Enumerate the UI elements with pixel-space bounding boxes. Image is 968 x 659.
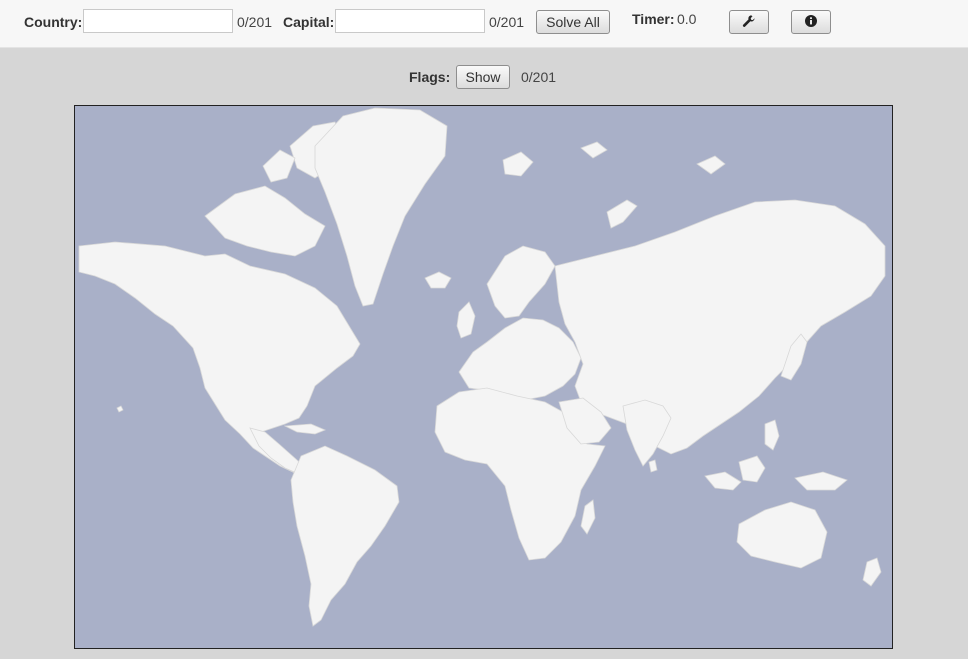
- timer-value: 0.0: [677, 11, 697, 27]
- world-map[interactable]: [74, 105, 893, 649]
- novaya-zemlya: [606, 199, 638, 229]
- country-label: Country:: [24, 14, 83, 30]
- flags-show-button[interactable]: Show: [456, 65, 510, 89]
- philippines: [764, 419, 780, 451]
- world-map-svg: [78, 107, 886, 627]
- flags-count: 0/201: [521, 69, 557, 85]
- new-zealand: [862, 557, 882, 587]
- ellesmere-island: [262, 149, 296, 183]
- new-guinea: [794, 471, 848, 491]
- info-button[interactable]: [791, 10, 831, 34]
- capital-label: Capital:: [283, 14, 335, 30]
- new-siberian-islands: [696, 155, 726, 175]
- country-input[interactable]: [83, 9, 233, 33]
- flags-label: Flags:: [409, 69, 451, 85]
- asia: [554, 199, 886, 455]
- sri-lanka: [648, 459, 658, 473]
- greenland: [314, 107, 448, 307]
- svalbard: [502, 151, 534, 177]
- great-britain: [456, 301, 476, 339]
- south-america: [290, 445, 400, 627]
- top-toolbar: Country: 0/201 Capital: 0/201 Solve All …: [0, 0, 968, 48]
- wrench-icon: [742, 14, 756, 31]
- hawaii: [116, 405, 124, 413]
- arctic-islands: [204, 185, 326, 257]
- indonesia-west: [704, 471, 742, 491]
- borneo: [738, 455, 766, 483]
- india: [622, 399, 672, 467]
- timer-label: Timer:: [632, 11, 675, 27]
- madagascar: [580, 499, 596, 535]
- north-america: [78, 241, 361, 475]
- europe: [458, 317, 582, 401]
- settings-button[interactable]: [729, 10, 769, 34]
- australia: [736, 501, 828, 569]
- country-count: 0/201: [237, 14, 273, 30]
- capital-input[interactable]: [335, 9, 485, 33]
- scandinavia: [486, 245, 556, 319]
- capital-count: 0/201: [489, 14, 525, 30]
- solve-all-button[interactable]: Solve All: [536, 10, 610, 34]
- info-icon: [804, 14, 818, 31]
- iceland: [424, 271, 452, 289]
- cuba: [283, 423, 327, 435]
- franz-josef-land: [580, 141, 608, 159]
